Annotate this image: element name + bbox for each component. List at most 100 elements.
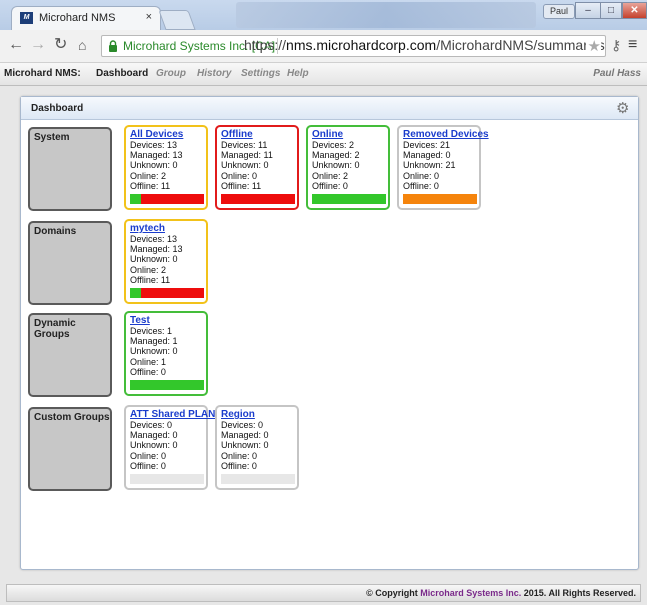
- card-stat-managed: Managed: 2: [312, 150, 360, 161]
- group-card: All Devices Devices: 13 Managed: 13 Unknown…: [124, 125, 208, 210]
- nav-help[interactable]: Help: [287, 68, 309, 79]
- group-card: Region Devices: 0 Managed: 0 Unknown: 0 Onli…: [215, 405, 299, 490]
- category-label: Domains: [34, 226, 77, 237]
- card-stat-unknown: Unknown: 0: [130, 160, 178, 171]
- minimize-icon[interactable]: –: [575, 2, 601, 19]
- card-stat-managed: Managed: 0: [221, 430, 269, 441]
- reload-icon[interactable]: ↻: [54, 37, 67, 53]
- extension-key-icon[interactable]: ⚷: [611, 37, 621, 54]
- app-navbar: Microhard NMS: Dashboard Group History S…: [0, 63, 647, 86]
- nav-history[interactable]: History: [197, 68, 231, 79]
- card-stat-online: Online: 0: [130, 450, 167, 461]
- group-card-link[interactable]: Offline: [221, 129, 293, 140]
- card-stat-offline: Offline: 0: [130, 366, 166, 377]
- background-window: [236, 2, 536, 28]
- status-bar: [130, 474, 204, 484]
- status-bar-offline-segment: [141, 194, 204, 204]
- card-stat-devices: Devices: 2: [312, 140, 355, 150]
- card-stat-managed: Managed: 13: [130, 150, 183, 161]
- status-bar: [130, 380, 204, 390]
- status-bar: [221, 194, 295, 204]
- card-stat-online: Online: 0: [221, 450, 258, 461]
- browser-toolbar: ← → ↻ ⌂ Microhard Systems Inc. [CA] http…: [0, 30, 647, 63]
- group-card-link[interactable]: Online: [312, 129, 384, 140]
- card-stat-online: Online: 1: [130, 356, 167, 367]
- card-stat-offline: Offline: 0: [312, 180, 348, 191]
- lock-icon: [108, 40, 118, 52]
- tab-close-icon[interactable]: ×: [146, 11, 152, 23]
- card-stat-managed: Managed: 1: [130, 336, 178, 347]
- status-bar-offline-segment: [141, 288, 204, 298]
- home-icon[interactable]: ⌂: [78, 37, 86, 53]
- category-box: System: [28, 127, 112, 211]
- gear-icon[interactable]: ⚙: [616, 99, 629, 117]
- card-stat-unknown: Unknown: 0: [130, 440, 178, 451]
- card-stat-online: Online: 2: [312, 170, 349, 181]
- card-stat-unknown: Unknown: 21: [403, 160, 456, 171]
- maximize-icon[interactable]: □: [600, 2, 622, 19]
- nav-group[interactable]: Group: [156, 68, 186, 79]
- group-card-link[interactable]: ATT Shared PLAN: [130, 409, 215, 420]
- card-stat-offline: Offline: 11: [130, 274, 171, 285]
- card-stat-unknown: Unknown: 0: [221, 160, 269, 171]
- card-stat-online: Online: 2: [130, 170, 167, 181]
- card-stat-online: Online: 2: [130, 264, 167, 275]
- category-label: System: [34, 132, 70, 143]
- group-card: ATT Shared PLAN Devices: 0 Managed: 0 Unkno…: [124, 405, 215, 490]
- window-titlebar: M Microhard NMS × Paul – □ ✕: [0, 0, 647, 31]
- status-bar: [130, 194, 204, 204]
- status-bar-online-segment: [130, 380, 204, 390]
- group-card: Test Devices: 1 Managed: 1 Unknown: 0 Online…: [124, 311, 208, 396]
- card-stat-online: Online: 0: [221, 170, 258, 181]
- status-bar-online-segment: [312, 194, 386, 204]
- dashboard-header: Dashboard ⚙: [21, 97, 638, 120]
- category-label: Custom Groups: [34, 412, 110, 423]
- profile-badge[interactable]: Paul: [543, 4, 575, 19]
- card-stat-managed: Managed: 0: [403, 150, 451, 161]
- group-card: Online Devices: 2 Managed: 2 Unknown: 0 Onli…: [306, 125, 390, 210]
- user-name[interactable]: Paul Hass: [593, 68, 641, 79]
- dashboard-title: Dashboard: [31, 103, 84, 114]
- group-card: Removed Devices Devices: 21 Managed: 0 Unkn…: [397, 125, 489, 210]
- status-bar-online-segment: [130, 194, 142, 204]
- copyright-text: © Copyright Microhard Systems Inc. 2015.…: [366, 588, 636, 598]
- card-stat-offline: Offline: 0: [221, 460, 257, 471]
- nav-settings[interactable]: Settings: [241, 68, 280, 79]
- tab-title: Microhard NMS: [39, 12, 116, 24]
- footer: © Copyright Microhard Systems Inc. 2015.…: [6, 584, 641, 602]
- card-stat-unknown: Unknown: 0: [130, 346, 178, 357]
- card-stat-devices: Devices: 21: [403, 140, 451, 150]
- bookmark-star-icon[interactable]: ★: [585, 37, 601, 55]
- group-card-link[interactable]: Region: [221, 409, 293, 420]
- status-bar: [221, 474, 295, 484]
- nav-dashboard[interactable]: Dashboard: [96, 68, 148, 79]
- new-tab-button[interactable]: [158, 10, 196, 30]
- card-stat-offline: Offline: 0: [403, 180, 439, 191]
- close-window-icon[interactable]: ✕: [622, 2, 647, 19]
- group-card-link[interactable]: mytech: [130, 223, 202, 234]
- card-stat-offline: Offline: 0: [130, 460, 166, 471]
- status-bar-online-segment: [130, 288, 142, 298]
- group-card-link[interactable]: All Devices: [130, 129, 202, 140]
- card-stat-online: Online: 0: [403, 170, 440, 181]
- browser-tab[interactable]: M Microhard NMS ×: [11, 6, 161, 30]
- group-card: mytech Devices: 13 Managed: 13 Unknown: 0 On…: [124, 219, 208, 304]
- card-stat-managed: Managed: 0: [130, 430, 178, 441]
- card-stat-devices: Devices: 0: [130, 420, 173, 430]
- category-label: Dynamic Groups: [34, 318, 76, 340]
- category-box: Dynamic Groups: [28, 313, 112, 397]
- forward-arrow-icon[interactable]: →: [30, 37, 46, 53]
- group-card-link[interactable]: Removed Devices: [403, 129, 489, 140]
- card-stat-unknown: Unknown: 0: [130, 254, 178, 265]
- microhard-favicon-icon: M: [20, 12, 33, 24]
- url-text: https://nms.microhardcorp.com/MicrohardN…: [244, 37, 605, 53]
- back-arrow-icon[interactable]: ←: [8, 37, 24, 53]
- card-stat-managed: Managed: 13: [130, 244, 183, 255]
- status-bar-offline-segment: [221, 194, 295, 204]
- group-card-link[interactable]: Test: [130, 315, 202, 326]
- browser-menu-icon[interactable]: ≡: [628, 36, 637, 54]
- card-stat-devices: Devices: 11: [221, 140, 268, 150]
- address-bar[interactable]: Microhard Systems Inc. [CA] https://nms.…: [101, 35, 606, 57]
- copyright-company-link[interactable]: Microhard Systems Inc.: [420, 588, 521, 598]
- status-bar: [312, 194, 386, 204]
